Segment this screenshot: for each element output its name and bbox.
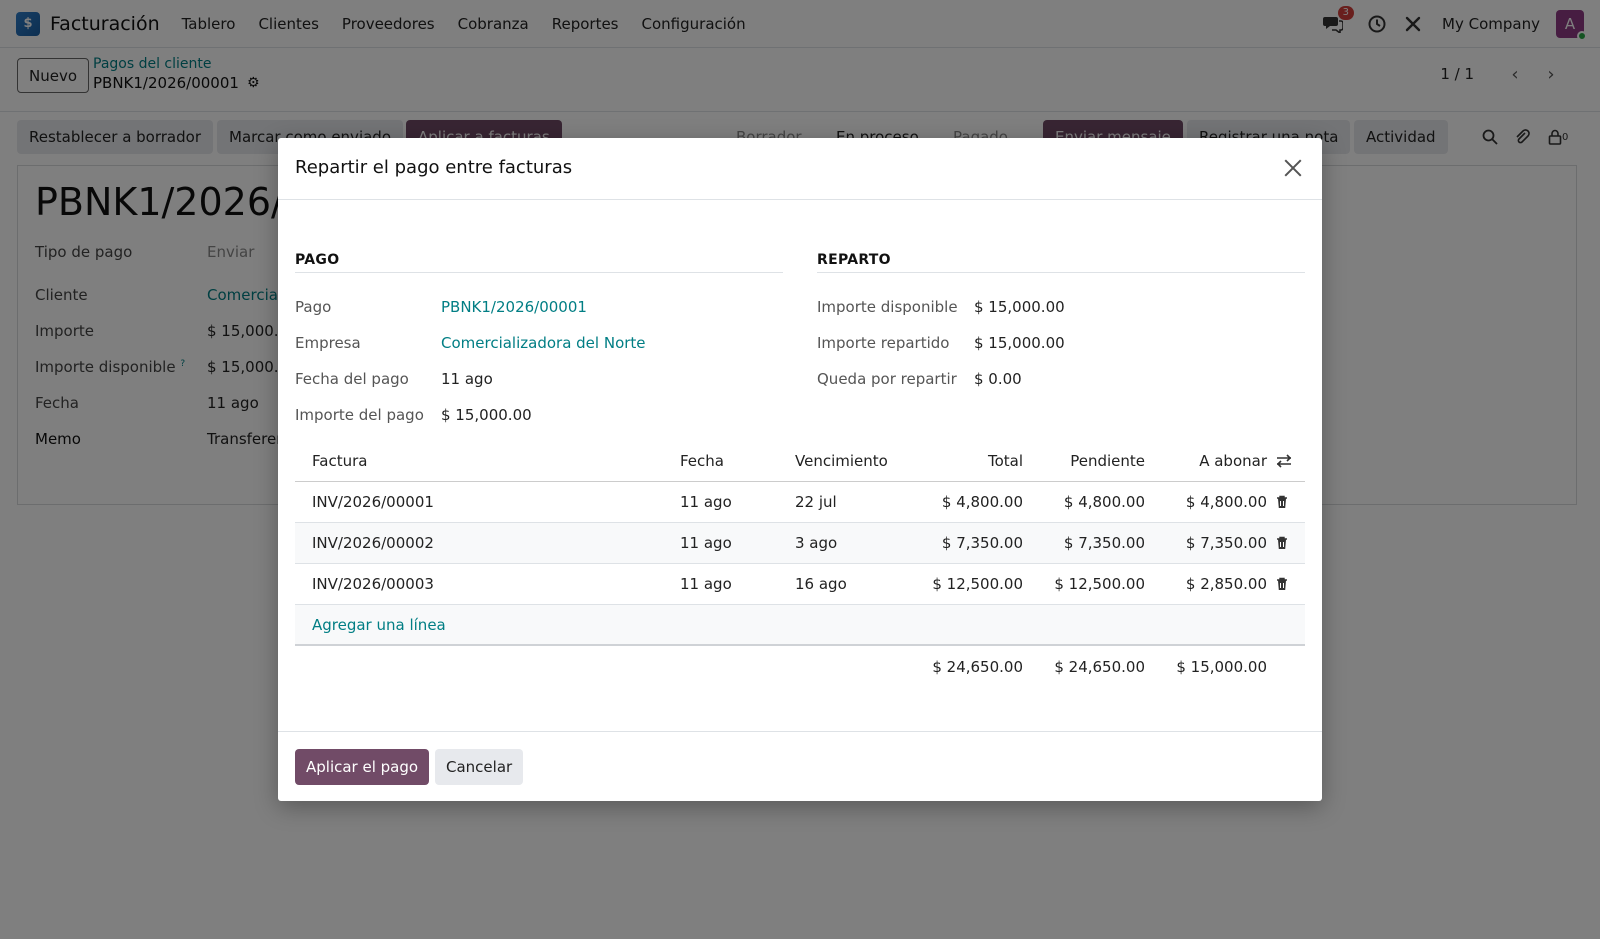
payment-link[interactable]: PBNK1/2026/00001	[441, 298, 587, 316]
payment-label: Pago	[295, 298, 332, 316]
cell-pending: $ 4,800.00	[1063, 493, 1145, 511]
table-row[interactable]: INV/2026/00002 11 ago 3 ago $ 7,350.00 $…	[295, 523, 1305, 564]
remaining-amount-label: Queda por repartir	[817, 370, 957, 388]
modal-title: Repartir el pago entre facturas	[295, 157, 573, 178]
trash-icon[interactable]	[1274, 482, 1290, 522]
col-header-total[interactable]: Total	[905, 440, 1023, 481]
col-header-due[interactable]: Vencimiento	[795, 440, 888, 481]
payment-section-divider	[295, 272, 783, 273]
add-line-link[interactable]: Agregar una línea	[312, 605, 446, 644]
remaining-amount-value: $ 0.00	[974, 370, 1022, 388]
allocation-section-title: REPARTO	[817, 252, 891, 268]
cell-date: 11 ago	[680, 575, 732, 593]
cell-pending: $ 12,500.00	[1054, 575, 1145, 593]
payment-date-label: Fecha del pago	[295, 370, 409, 388]
table-totals-row: $ 24,650.00 $ 24,650.00 $ 15,000.00	[295, 646, 1305, 687]
allocated-amount-value: $ 15,000.00	[974, 334, 1065, 352]
allocation-section-divider	[817, 272, 1305, 273]
cancel-button[interactable]: Cancelar	[435, 749, 524, 785]
cell-due: 3 ago	[795, 534, 838, 552]
allocate-payment-dialog: Repartir el pago entre facturas PAGO Pag…	[278, 138, 1322, 801]
close-icon[interactable]	[1280, 155, 1306, 181]
trash-icon[interactable]	[1274, 523, 1290, 563]
available-amount-value: $ 15,000.00	[974, 298, 1065, 316]
payment-section-title: PAGO	[295, 252, 340, 268]
cell-invoice: INV/2026/00002	[312, 534, 434, 552]
table-row[interactable]: INV/2026/00001 11 ago 22 jul $ 4,800.00 …	[295, 482, 1305, 523]
cell-pending: $ 7,350.00	[1063, 534, 1145, 552]
pending-sum: $ 24,650.00	[1054, 657, 1145, 676]
column-settings-icon[interactable]	[1274, 440, 1294, 481]
apply-sum: $ 15,000.00	[1176, 657, 1267, 676]
table-header-row: Factura Fecha Vencimiento Total Pendient…	[295, 440, 1305, 482]
col-header-apply[interactable]: A abonar	[1150, 440, 1267, 481]
cell-invoice: INV/2026/00003	[312, 575, 434, 593]
cell-date: 11 ago	[680, 493, 732, 511]
col-header-invoice[interactable]: Factura	[312, 440, 367, 481]
cell-due: 16 ago	[795, 575, 847, 593]
modal-header: Repartir el pago entre facturas	[278, 138, 1322, 200]
cell-apply[interactable]: $ 4,800.00	[1150, 482, 1267, 522]
payment-date-value: 11 ago	[441, 370, 493, 388]
allocated-amount-label: Importe repartido	[817, 334, 950, 352]
cell-invoice: INV/2026/00001	[312, 493, 434, 511]
cell-due: 22 jul	[795, 493, 837, 511]
modal-footer: Aplicar el pago Cancelar	[278, 731, 1322, 801]
cell-apply[interactable]: $ 2,850.00	[1150, 564, 1267, 604]
col-header-pending[interactable]: Pendiente	[1025, 440, 1145, 481]
cell-total: $ 4,800.00	[941, 493, 1023, 511]
trash-icon[interactable]	[1274, 564, 1290, 604]
cell-total: $ 12,500.00	[932, 575, 1023, 593]
company-label: Empresa	[295, 334, 361, 352]
total-sum: $ 24,650.00	[932, 657, 1023, 676]
payment-amount-label: Importe del pago	[295, 406, 424, 424]
add-line-row: Agregar una línea	[295, 605, 1305, 646]
table-row[interactable]: INV/2026/00003 11 ago 16 ago $ 12,500.00…	[295, 564, 1305, 605]
apply-payment-button[interactable]: Aplicar el pago	[295, 749, 430, 785]
cell-date: 11 ago	[680, 534, 732, 552]
available-amount-label: Importe disponible	[817, 298, 958, 316]
cell-total: $ 7,350.00	[941, 534, 1023, 552]
cell-apply[interactable]: $ 7,350.00	[1150, 523, 1267, 563]
col-header-date[interactable]: Fecha	[680, 440, 724, 481]
payment-amount-value: $ 15,000.00	[441, 406, 532, 424]
company-link[interactable]: Comercializadora del Norte	[441, 334, 646, 352]
invoice-allocation-table: Factura Fecha Vencimiento Total Pendient…	[295, 440, 1305, 687]
